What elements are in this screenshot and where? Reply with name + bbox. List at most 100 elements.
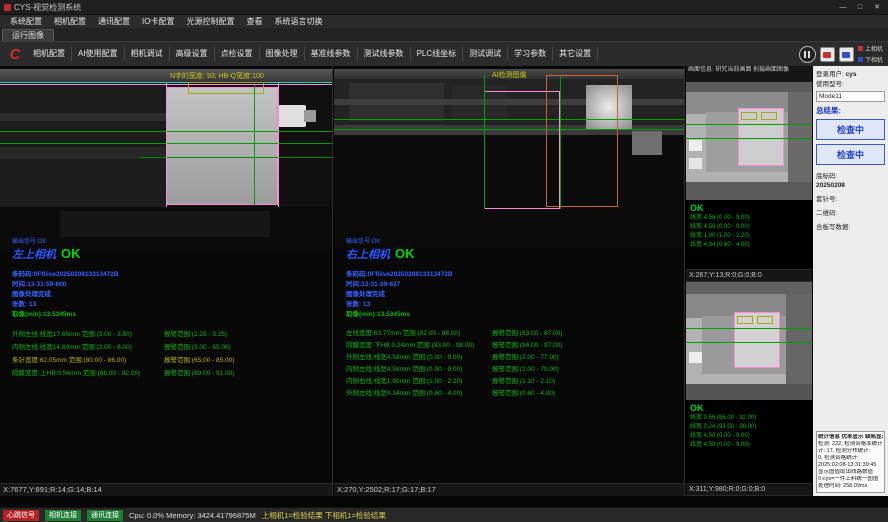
alarm-range-text: 报警范围:(2.00 - 77.00): [492, 352, 559, 364]
camera-legend: 上相机 下相机: [858, 44, 883, 64]
yellow-roi-box: [737, 316, 753, 324]
legend-lower-camera: 下相机: [858, 55, 883, 64]
stats-line: 显示图值取出线路数值: [818, 469, 883, 476]
camera-result-row: 左上相机 OK: [12, 246, 234, 262]
bright-region-small: [632, 131, 662, 155]
brand-logo: C: [3, 46, 27, 63]
left-camera-image[interactable]: N字的宽度: 93; HB-Q宽度:100: [0, 69, 333, 249]
menu-view[interactable]: 查看: [240, 16, 268, 27]
toolbar-spot-check[interactable]: 点检设置: [215, 47, 260, 61]
pause-button[interactable]: [799, 46, 816, 63]
measurement-text: 条针宽度:62.05mm 范围:(80.00 - 86.00): [12, 354, 164, 367]
pink-vertical-line: [166, 83, 167, 209]
pause-icon: [804, 51, 806, 58]
main-area: N字的宽度: 93; HB-Q宽度:100 输出信号:OK 左上相机 OK 条码…: [0, 66, 888, 496]
green-vertical-line: [484, 75, 485, 209]
grab-stat-text: 取像(min):13.5345ms: [12, 310, 234, 320]
machine-top-rail: [0, 69, 333, 82]
login-row: 登录用户: cys: [816, 70, 885, 80]
toolbar-camera-debug[interactable]: 相机调试: [125, 47, 170, 61]
toolbar-learn-params[interactable]: 学习参数: [508, 47, 553, 61]
toolbar-baseline-params[interactable]: 基准线参数: [305, 47, 358, 61]
aux-result-ok: OK: [690, 203, 812, 213]
toolbar-image-process[interactable]: 图像处理: [260, 47, 305, 61]
alarm-range-text: 报警范围:(2.25 - 3.25): [164, 328, 227, 341]
menu-language[interactable]: 系统语言切换: [268, 16, 328, 27]
toolbar-plc-coords[interactable]: PLC线坐标: [411, 47, 464, 61]
measurement-row: 内侧左线:线宽4.58mm 范围:(0.00 - 9.00) 报警范围:(2.0…: [346, 364, 562, 376]
measurement-list: 左线宽度:63.77mm 范围:(82.00 - 88.00) 报警范围:(83…: [346, 328, 562, 400]
aux-view-2[interactable]: OK 线宽:0.56 (86.00 - 92.00) 线宽:0.24 (93.0…: [686, 282, 812, 483]
frame-count-text: 张数: 13: [12, 300, 234, 310]
left-result-block: 输出信号:OK 左上相机 OK 条码码:0Ffliive202502081331…: [12, 238, 234, 380]
alarm-range-text: 报警范围:(65.00 - 85.00): [164, 354, 234, 367]
stats-header: 统计信息 优率显示 缺陷显示: [818, 434, 883, 441]
left-camera-view[interactable]: N字的宽度: 93; HB-Q宽度:100 输出信号:OK 左上相机 OK 条码…: [0, 66, 333, 496]
aux-camera-image-2[interactable]: [686, 282, 812, 400]
toolbar-right-controls: 上相机 下相机: [799, 44, 885, 64]
measurement-text: 外侧左线:线宽17.65mm 范围:(3.00 - 3.50): [12, 328, 164, 341]
needle-no-label: 套针号:: [816, 195, 885, 204]
tab-row: 运行图像: [0, 28, 888, 41]
measurement-row: 内侧右线:线宽1.90mm 范围:(1.00 - 2.20) 报警范围:(1.1…: [346, 376, 562, 388]
legend-label: 下相机: [865, 55, 883, 64]
right-camera-view[interactable]: AI检测图像 输出信号:OK 右上相机 OK 条码码:0Ffliive20250…: [334, 66, 685, 496]
yellow-roi-box: [741, 112, 757, 120]
ai-overlay-label: AI检测图像: [492, 70, 527, 80]
side-panel: 登录用户: cys 使用型号: Mode11 总结果: 检查中 检查中 底标码:…: [813, 66, 888, 496]
aux-camera-image-1[interactable]: [686, 82, 812, 200]
bright-spot: [689, 140, 702, 151]
time-text: 时间:13-31-59-600: [12, 280, 234, 290]
aux-view-1[interactable]: OK 线宽:4.58 (0.00 - 9.00) 线宽:4.58 (0.00 -…: [686, 82, 812, 269]
measurement-list: 外侧左线:线宽17.65mm 范围:(3.00 - 3.50) 报警范围:(2.…: [12, 328, 234, 380]
title-bar: CYS-视觉检测系统 — □ ✕: [0, 0, 888, 14]
barcode-text: 条码码:0Ffliive2025020813313472B: [12, 270, 234, 280]
toolbar-other-settings[interactable]: 其它设置: [553, 47, 598, 61]
machine-left-area: [0, 85, 166, 207]
status-strip: 心跳信号 相机连接 通讯连接 Cpu: 0.0% Memory: 3424.41…: [0, 507, 888, 522]
menu-camera-config[interactable]: 相机配置: [48, 16, 92, 27]
tab-run-image[interactable]: 运行图像: [2, 29, 54, 41]
alarm-range-text: 报警范围:(89.00 - 91.00): [164, 367, 234, 380]
toolbar-ai-config[interactable]: AI使用配置: [72, 47, 125, 61]
aux-measure-line: 线宽:4.58 (0.00 - 9.00): [690, 214, 812, 223]
legend-label: 上相机: [865, 44, 883, 53]
toolbar-advanced-settings[interactable]: 高级设置: [170, 47, 215, 61]
orange-roi-box: [546, 75, 618, 207]
alarm-range-text: 报警范围:(94.00 - 97.00): [492, 340, 562, 352]
stats-line: 2025:02:08-13:31:39:45: [818, 462, 883, 469]
menu-light-config[interactable]: 光源控制配置: [180, 16, 240, 27]
menu-io-config[interactable]: IO卡配置: [136, 16, 180, 27]
width-overlay-label: N字的宽度: 93; HB-Q宽度:100: [170, 71, 264, 81]
result-status-box-1: 检查中: [816, 119, 885, 140]
result-ok-text: OK: [395, 246, 415, 261]
model-select[interactable]: Mode11: [816, 91, 885, 102]
measurement-text: 内侧左线:线宽14.60mm 范围:(3.00 - 6.00): [12, 341, 164, 354]
comm-link-indicator: 通讯连接: [87, 510, 123, 521]
toolbar-test-debug[interactable]: 测试调试: [463, 47, 508, 61]
menu-comm-config[interactable]: 通讯配置: [92, 16, 136, 27]
alarm-range-text: 报警范围:(1.10 - 2.10): [492, 376, 555, 388]
measurement-text: 隔膜宽度-下HB:0.24mm 范围:(93.00 - 98.00): [346, 340, 492, 352]
bright-spot: [689, 158, 702, 169]
minimize-button[interactable]: —: [836, 2, 850, 13]
measurement-row: 隔膜宽度-上HB:0.56mm 范围:(86.00 - 92.00) 报警范围:…: [12, 367, 234, 380]
red-dot-icon: [858, 46, 863, 51]
maximize-button[interactable]: □: [853, 2, 867, 13]
camera-result-row: 右上相机 OK: [346, 246, 562, 262]
stats-line: 计: 17, 检测分布统计:: [818, 448, 883, 455]
menu-system-config[interactable]: 系统配置: [4, 16, 48, 27]
lower-camera-view-button[interactable]: [839, 47, 854, 62]
toolbar-testline-params[interactable]: 测试线参数: [358, 47, 411, 61]
measurement-text: 左线宽度:63.77mm 范围:(82.00 - 88.00): [346, 328, 492, 340]
toolbar-camera-config[interactable]: 相机配置: [27, 47, 72, 61]
green-measure-line: [686, 328, 812, 329]
left-pixel-status-bar: X:7677,Y:891;R:14;G:14;B:14: [0, 483, 332, 496]
close-button[interactable]: ✕: [870, 2, 884, 13]
machine-shadow-block: [60, 211, 270, 237]
measurement-row: 条针宽度:62.05mm 范围:(80.00 - 86.00) 报警范围:(65…: [12, 354, 234, 367]
measurement-text: 外侧左线:线宽4.34mm 范围:(0.60 - 4.00): [346, 388, 492, 400]
upper-camera-view-button[interactable]: [820, 47, 835, 62]
aux-measure-line: 线宽:1.90 (1.00 - 2.20): [690, 232, 812, 241]
right-camera-image[interactable]: AI检测图像: [334, 69, 685, 249]
